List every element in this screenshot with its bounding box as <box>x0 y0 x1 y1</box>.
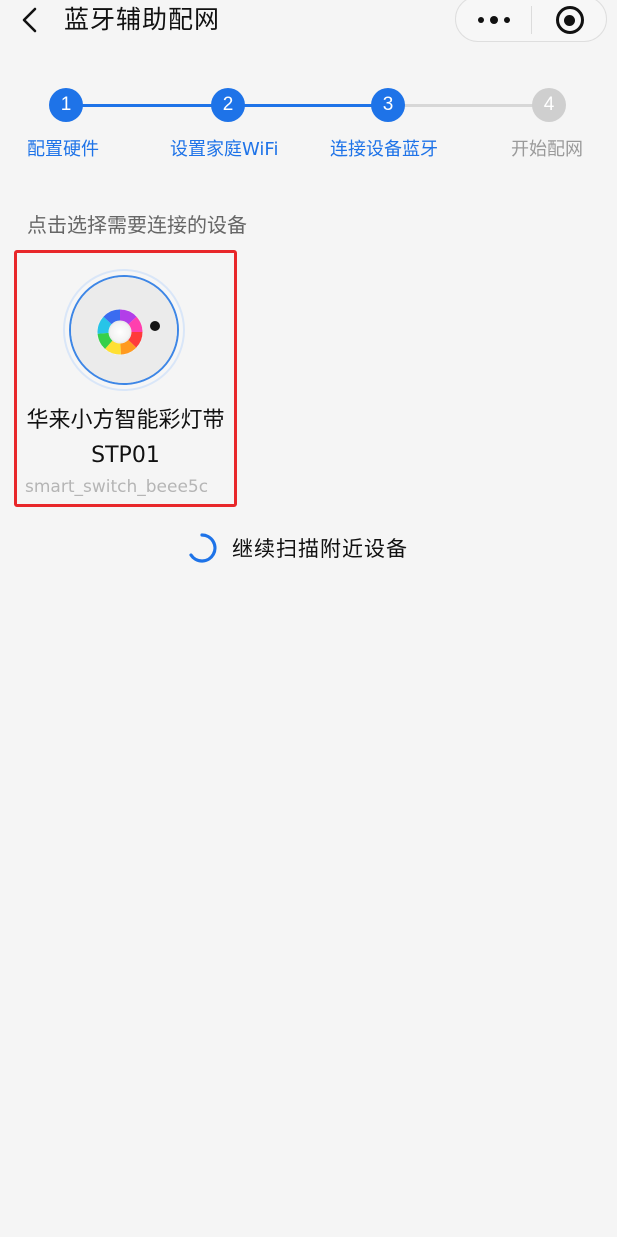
device-avatar <box>63 269 185 391</box>
nav-bar: 蓝牙辅助配网 <box>0 0 617 44</box>
step-connector <box>228 104 388 107</box>
more-dots-icon <box>477 17 484 23</box>
select-device-hint: 点击选择需要连接的设备 <box>27 213 247 237</box>
target-icon <box>555 6 584 34</box>
step-1-label: 配置硬件 <box>27 139 99 160</box>
step-2-number: 2 <box>211 88 245 122</box>
page-title: 蓝牙辅助配网 <box>64 5 221 34</box>
more-button[interactable] <box>456 0 531 43</box>
step-2-label: 设置家庭WiFi <box>170 139 279 160</box>
step-4-label: 开始配网 <box>511 139 583 160</box>
step-4-number: 4 <box>532 88 566 122</box>
device-id: smart_switch_beee5c <box>25 477 209 497</box>
mini-program-capsule <box>455 0 607 42</box>
chevron-left-icon <box>22 7 37 33</box>
rgb-light-strip-icon <box>71 277 177 383</box>
device-card[interactable]: 华来小方智能彩灯带STP01 smart_switch_beee5c <box>14 250 237 507</box>
page: 蓝牙辅助配网 1 2 3 4 配置硬件 设置家庭WiFi 连接设备蓝牙 开始配网… <box>0 0 617 1237</box>
continue-scan-button[interactable]: 继续扫描附近设备 <box>186 530 408 566</box>
step-3-number: 3 <box>371 88 405 122</box>
back-button[interactable] <box>12 2 48 38</box>
loading-spinner-icon <box>189 533 217 563</box>
step-connector <box>388 104 548 107</box>
close-mini-program-button[interactable] <box>532 0 607 43</box>
step-connector <box>66 104 228 107</box>
step-1-number: 1 <box>49 88 83 122</box>
continue-scan-label: 继续扫描附近设备 <box>232 537 408 561</box>
step-3-label: 连接设备蓝牙 <box>330 139 438 160</box>
device-name: 华来小方智能彩灯带STP01 <box>26 408 225 468</box>
progress-stepper: 1 2 3 4 配置硬件 设置家庭WiFi 连接设备蓝牙 开始配网 <box>0 82 617 172</box>
